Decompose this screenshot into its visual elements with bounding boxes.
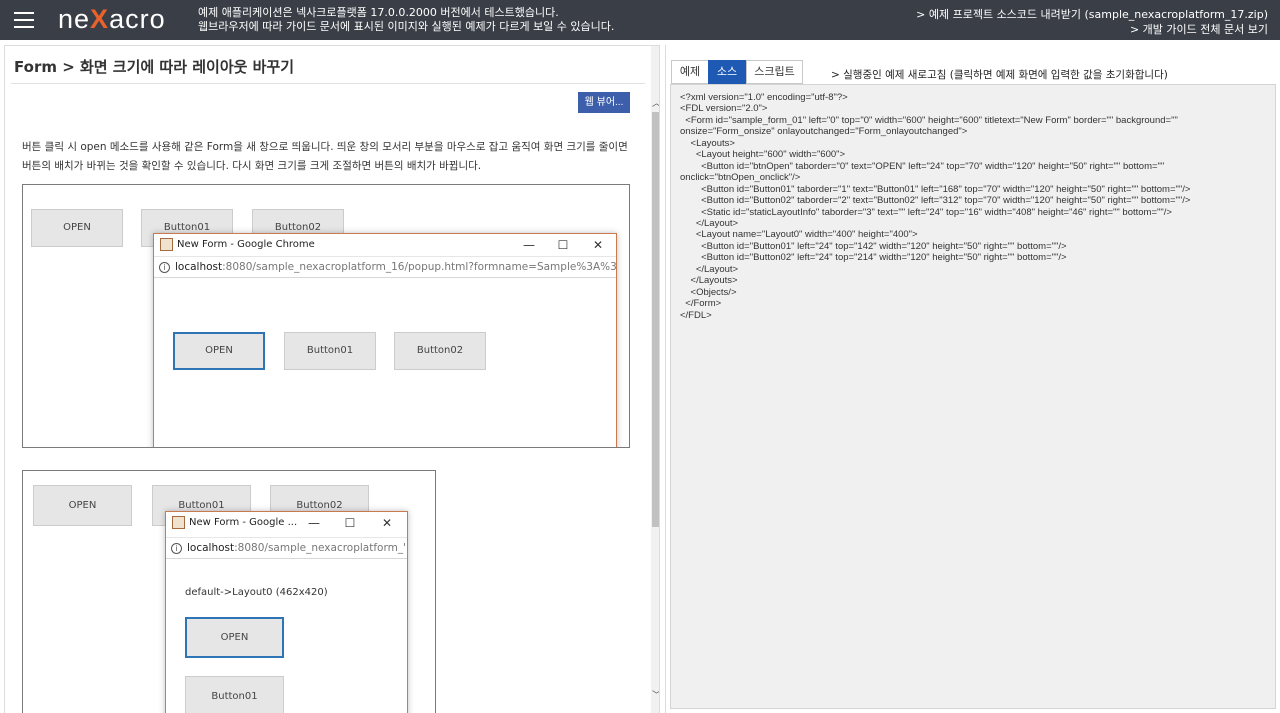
minimize-icon[interactable]: —: [303, 514, 325, 532]
open-button[interactable]: OPEN: [31, 209, 123, 247]
nexacro-logo[interactable]: neXacro: [58, 4, 166, 35]
window-title: New Form - Google ...: [189, 517, 298, 528]
popup-button01[interactable]: Button01: [185, 676, 284, 713]
full-guide-link[interactable]: > 개발 가이드 전체 문서 보기: [916, 22, 1268, 37]
source-code: <?xml version="1.0" encoding="utf-8"?> <…: [680, 92, 1191, 321]
demo-screenshot-1: OPEN Button01 Button02 New Form - Google…: [22, 184, 630, 448]
address-bar[interactable]: i localhost:8080/sample_nexacroplatform_…: [166, 537, 407, 559]
tab-script[interactable]: 스크립트: [746, 60, 803, 84]
source-code-area[interactable]: <?xml version="1.0" encoding="utf-8"?> <…: [670, 84, 1276, 709]
url-text[interactable]: localhost:8080/sample_nexacroplatform_16…: [175, 261, 616, 273]
app-icon: [160, 238, 173, 251]
page-title: Form > 화면 크기에 따라 레이아웃 바꾸기: [14, 58, 295, 76]
download-source-link[interactable]: > 예제 프로젝트 소스코드 내려받기 (sample_nexacroplatf…: [916, 7, 1268, 22]
scroll-down-icon[interactable]: ﹀: [651, 688, 659, 702]
popup-button02[interactable]: Button02: [394, 332, 486, 370]
title-divider: [11, 83, 645, 84]
header-notice: 예제 애플리케이션은 넥사크로플랫폼 17.0.0.2000 버전에서 테스트했…: [198, 6, 614, 34]
guide-panel: Form > 화면 크기에 따라 레이아웃 바꾸기 웹 뷰어... 버튼 클릭 …: [4, 45, 660, 713]
minimize-icon[interactable]: —: [518, 236, 540, 254]
popup-open-button[interactable]: OPEN: [185, 617, 284, 658]
tab-source[interactable]: 소스: [708, 60, 746, 84]
address-bar[interactable]: i localhost:8080/sample_nexacroplatform_…: [154, 256, 616, 278]
description-text: 버튼 클릭 시 open 메소드를 사용해 같은 Form을 새 창으로 띄웁니…: [22, 141, 628, 172]
window-titlebar: New Form - Google Chrome — ☐ ✕: [154, 234, 616, 256]
web-viewer-button[interactable]: 웹 뷰어...: [578, 92, 630, 113]
maximize-icon[interactable]: ☐: [339, 514, 361, 532]
close-icon[interactable]: ✕: [587, 236, 609, 254]
window-title: New Form - Google Chrome: [177, 239, 315, 250]
scroll-up-icon[interactable]: ︿: [651, 96, 659, 110]
app-icon: [172, 516, 185, 529]
popup-browser-window: New Form - Google ... — ☐ ✕ i localhost:…: [165, 511, 408, 713]
notice-line: 예제 애플리케이션은 넥사크로플랫폼 17.0.0.2000 버전에서 테스트했…: [198, 6, 559, 19]
header-links: > 예제 프로젝트 소스코드 내려받기 (sample_nexacroplatf…: [916, 7, 1268, 37]
source-panel: 예제 소스 스크립트 > 실행중인 예제 새로고침 (클릭하면 예제 화면에 입…: [665, 45, 1280, 713]
demo-screenshot-2: OPEN Button01 Button02 New Form - Google…: [22, 470, 436, 713]
scroll-thumb[interactable]: [652, 112, 659, 527]
refresh-example-link[interactable]: > 실행중인 예제 새로고침 (클릭하면 예제 화면에 입력한 값을 초기화합니…: [831, 67, 1168, 82]
info-icon[interactable]: i: [159, 262, 170, 273]
top-header: neXacro 예제 애플리케이션은 넥사크로플랫폼 17.0.0.2000 버…: [0, 0, 1280, 40]
window-titlebar: New Form - Google ... — ☐ ✕: [166, 512, 407, 534]
layout-info-static: default->Layout0 (462x420): [185, 587, 328, 598]
left-scrollbar[interactable]: ︿ ﹀: [651, 46, 659, 713]
url-text[interactable]: localhost:8080/sample_nexacroplatform_': [187, 542, 406, 554]
notice-line: 웹브라우저에 따라 가이드 문서에 표시된 이미지와 실행된 예제가 다르게 보…: [198, 20, 615, 33]
hamburger-menu-icon[interactable]: [14, 12, 34, 28]
close-icon[interactable]: ✕: [376, 514, 398, 532]
popup-open-button[interactable]: OPEN: [173, 332, 265, 370]
open-button[interactable]: OPEN: [33, 485, 132, 526]
popup-button01[interactable]: Button01: [284, 332, 376, 370]
maximize-icon[interactable]: ☐: [552, 236, 574, 254]
info-icon[interactable]: i: [171, 543, 182, 554]
popup-browser-window: New Form - Google Chrome — ☐ ✕ i localho…: [153, 233, 617, 447]
tab-example[interactable]: 예제: [671, 60, 709, 84]
